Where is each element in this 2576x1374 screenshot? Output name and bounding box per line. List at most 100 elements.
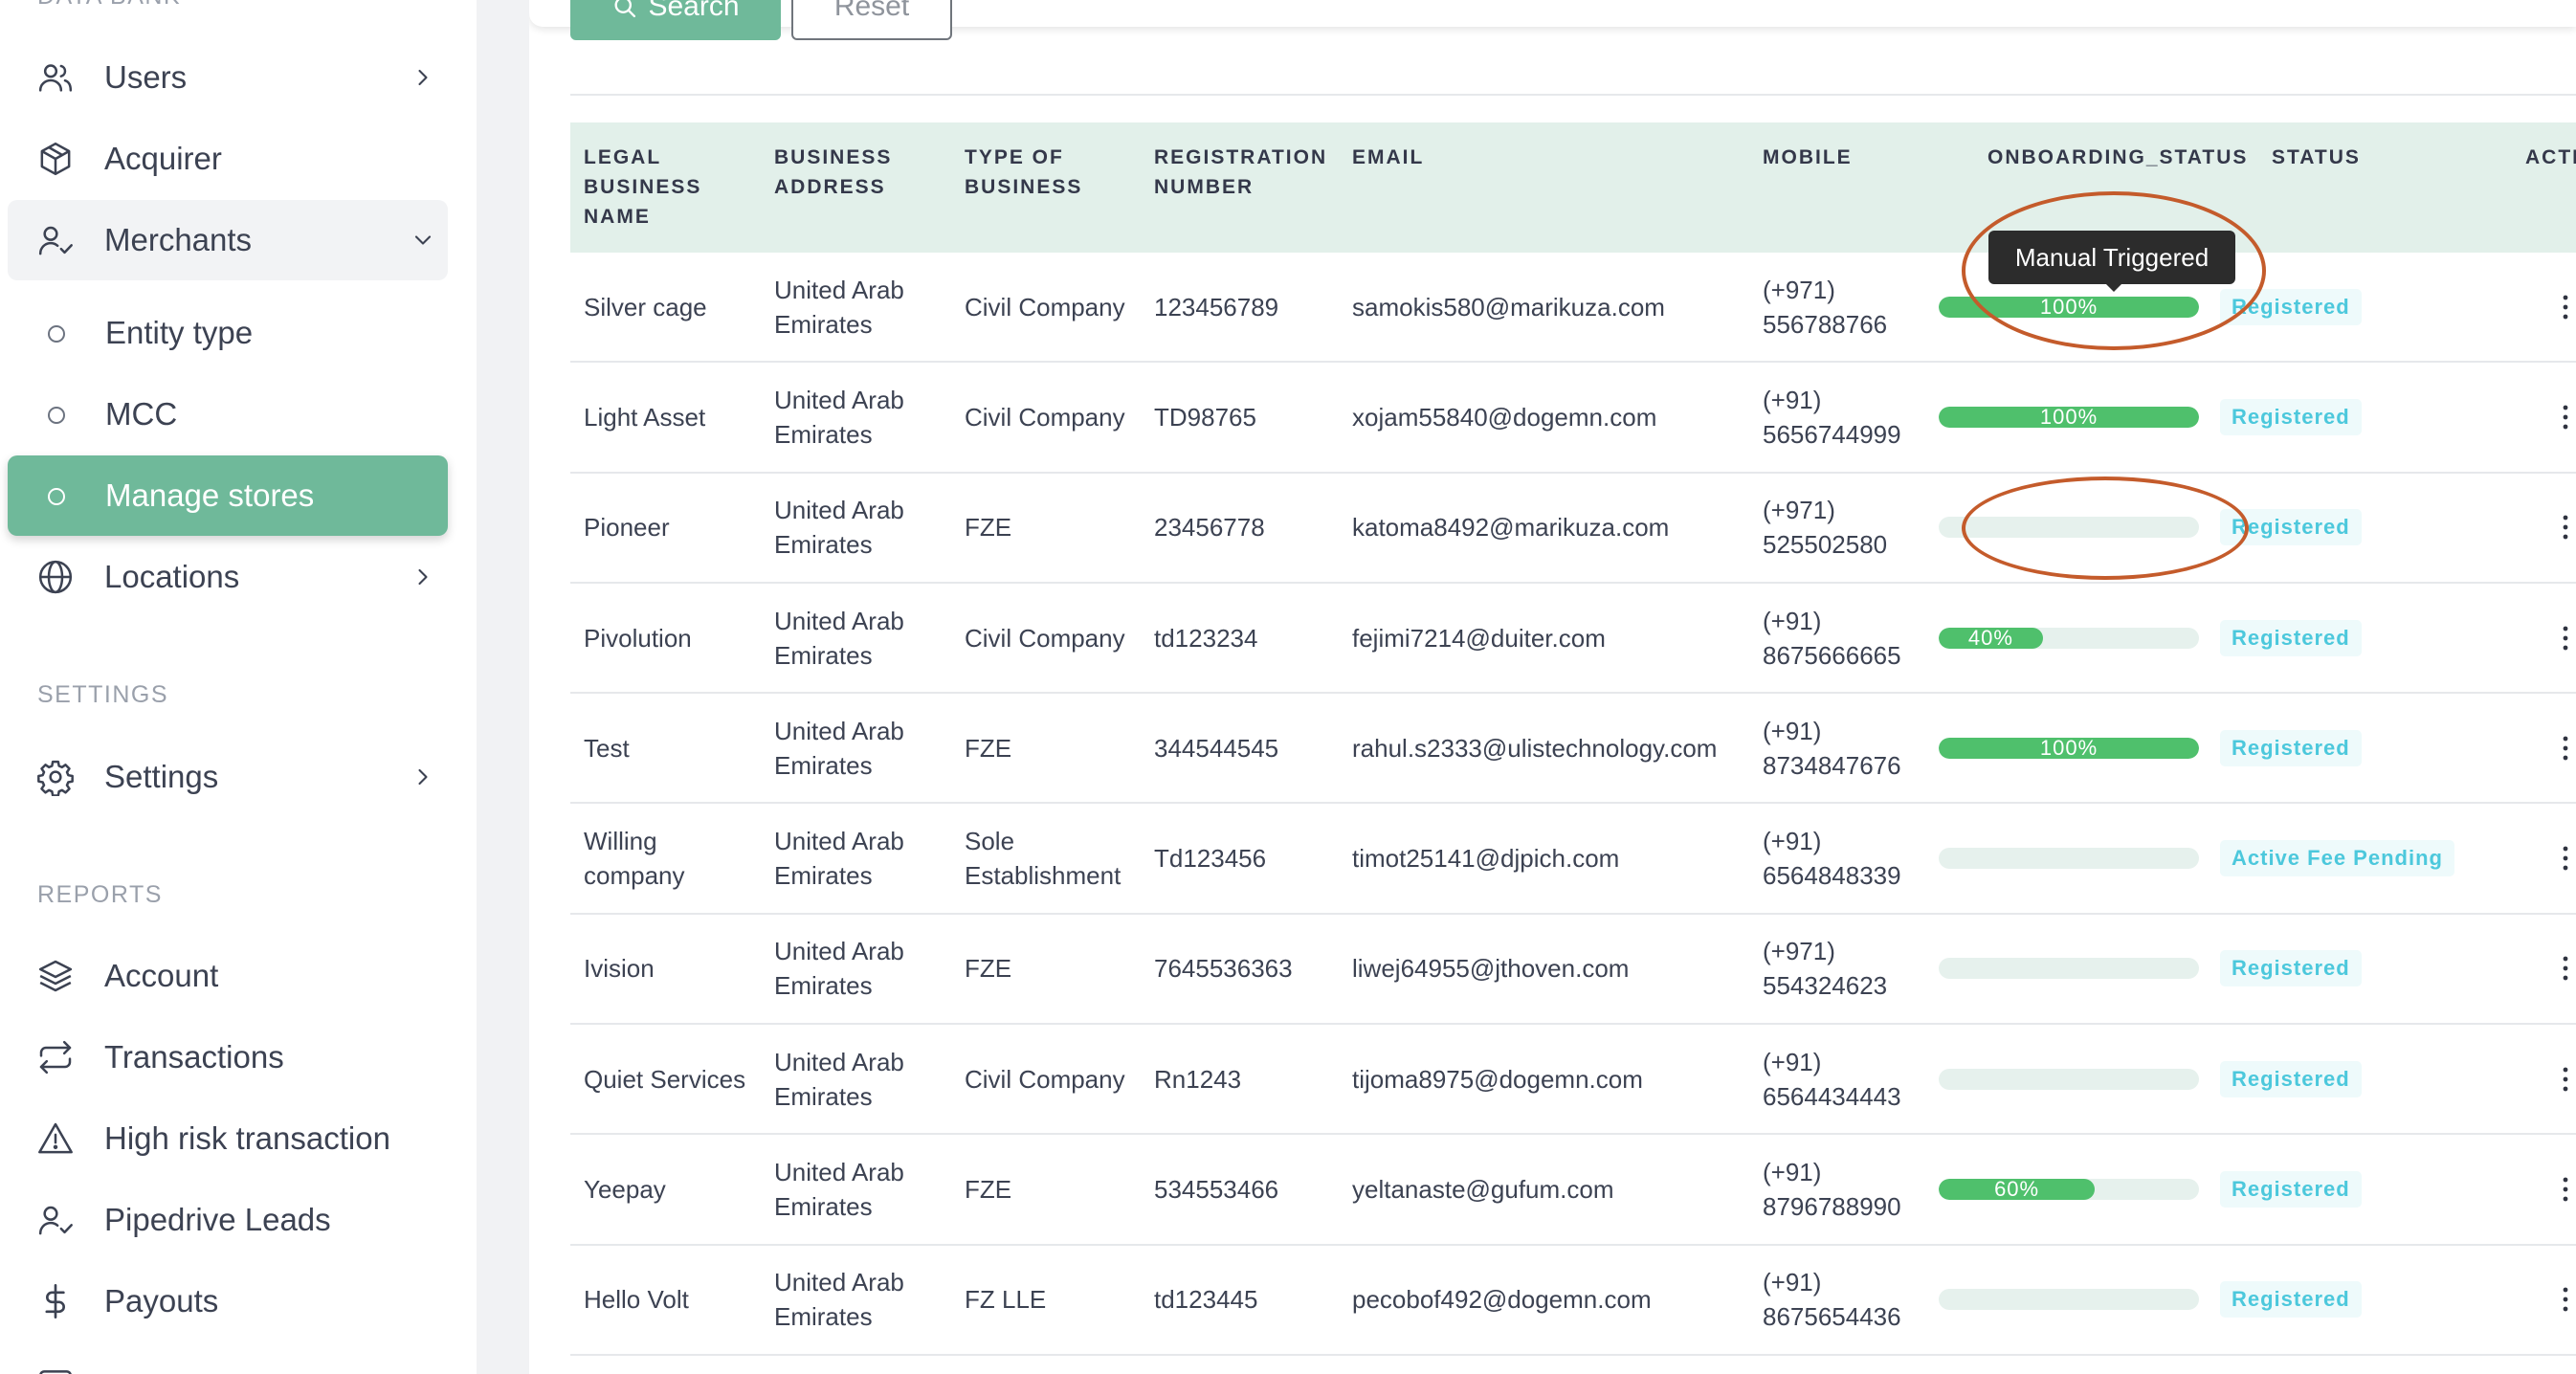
table-row[interactable]: Quiet Services United Arab Emirates Civil … xyxy=(570,1025,2576,1136)
more-vertical-icon[interactable] xyxy=(2561,404,2570,431)
status-badge: Registered xyxy=(2220,398,2362,435)
sidebar-item-payouts[interactable]: Payouts xyxy=(8,1261,448,1341)
column-header-registration[interactable]: REGISTRATION NUMBER xyxy=(1154,143,1336,202)
cell-mobile: (+91) 8675654436 xyxy=(1763,1246,1944,1354)
sidebar-item-label: Users xyxy=(104,59,188,95)
onboarding-progress-bar xyxy=(1939,1068,2199,1090)
sidebar-item-label: Locations xyxy=(104,559,240,594)
cell-type-text: Civil Company xyxy=(965,402,1125,432)
sidebar-item-label: Payouts xyxy=(104,1283,219,1319)
cell-name-text: Ivision xyxy=(584,954,655,984)
more-vertical-icon[interactable] xyxy=(2561,955,2570,982)
sidebar-item-settings[interactable]: Settings xyxy=(8,737,448,817)
cell-name: Light Asset xyxy=(584,363,756,471)
tooltip: Manual Triggered xyxy=(1988,231,2235,292)
cell-name-text: Hello Volt xyxy=(584,1285,689,1315)
cell-email-text: rahul.s2333@ulistechnology.com xyxy=(1352,733,1718,763)
search-button[interactable]: Search xyxy=(570,0,781,40)
column-header-onboarding[interactable]: ONBOARDING_STATUS xyxy=(1988,143,2248,172)
more-vertical-icon[interactable] xyxy=(2561,514,2570,541)
sidebar-item-partial[interactable] xyxy=(8,1342,448,1374)
tooltip-text: Manual Triggered xyxy=(2014,242,2210,272)
status-badge: Registered xyxy=(2220,1060,2362,1097)
sidebar-item-label: Account xyxy=(104,958,219,993)
sidebar-item-label: Settings xyxy=(104,759,219,794)
sidebar: DATA BANK Users Acquirer Merchants Entit… xyxy=(0,0,477,1374)
sidebar-item-pipedrive-leads[interactable]: Pipedrive Leads xyxy=(8,1180,448,1260)
table-row[interactable]: Test United Arab Emirates FZE 344544545 rahu… xyxy=(570,694,2576,805)
card-icon xyxy=(36,1363,75,1374)
cell-email: timot25141@djpich.com xyxy=(1352,804,1754,912)
column-header-address[interactable]: BUSINESS ADDRESS xyxy=(774,143,918,202)
column-header-type[interactable]: TYPE OF BUSINESS xyxy=(965,143,1108,202)
sidebar-item-locations[interactable]: Locations xyxy=(8,537,448,617)
cell-registration-text: Rn1243 xyxy=(1154,1064,1242,1094)
table-row[interactable]: Hello Volt United Arab Emirates FZ LLE td12… xyxy=(570,1246,2576,1356)
column-header-legal-name[interactable]: LEGAL BUSINESS NAME xyxy=(584,143,727,232)
sidebar-item-account[interactable]: Account xyxy=(8,936,448,1016)
column-header-mobile[interactable]: MOBILE xyxy=(1763,143,1853,172)
cell-email: liwej64955@jthoven.com xyxy=(1352,915,1754,1023)
more-vertical-icon[interactable] xyxy=(2561,845,2570,872)
cell-registration: 534553466 xyxy=(1154,1135,1345,1243)
more-vertical-icon[interactable] xyxy=(2561,1176,2570,1203)
cell-address: United Arab Emirates xyxy=(774,1025,946,1133)
table-row[interactable]: Yeepay United Arab Emirates FZE 534553466 ye… xyxy=(570,1135,2576,1246)
cell-mobile-text: (+971) 554324623 xyxy=(1763,937,1888,1001)
table-row[interactable]: Ivision United Arab Emirates FZE 7645536363… xyxy=(570,915,2576,1026)
cell-email-text: samokis580@marikuza.com xyxy=(1352,292,1665,321)
section-label-data-bank: DATA BANK xyxy=(37,0,181,11)
cell-address-text: United Arab Emirates xyxy=(774,937,904,1001)
sidebar-item-users[interactable]: Users xyxy=(8,37,448,118)
more-vertical-icon[interactable] xyxy=(2561,1066,2570,1093)
cell-mobile: (+91) 8734847676 xyxy=(1763,694,1944,802)
cell-address: United Arab Emirates xyxy=(774,1246,946,1354)
cell-mobile: (+971) 556788766 xyxy=(1763,253,1944,361)
circle-icon xyxy=(48,407,65,424)
chevron-down-icon xyxy=(410,227,436,254)
cell-email: rahul.s2333@ulistechnology.com xyxy=(1352,694,1754,802)
cell-email-text: xojam55840@dogemn.com xyxy=(1352,402,1657,432)
cell-registration-text: 534553466 xyxy=(1154,1175,1279,1205)
globe-icon xyxy=(36,558,75,596)
cell-email: katoma8492@marikuza.com xyxy=(1352,474,1754,582)
cell-address-text: United Arab Emirates xyxy=(774,716,904,780)
cell-address-text: United Arab Emirates xyxy=(774,496,904,560)
sidebar-item-high-risk[interactable]: High risk transaction xyxy=(8,1098,448,1179)
more-vertical-icon[interactable] xyxy=(2561,625,2570,652)
arrows-exchange-icon xyxy=(36,1038,75,1076)
column-header-actions[interactable]: ACTI xyxy=(2525,143,2576,172)
table-row[interactable]: Light Asset United Arab Emirates Civil Com… xyxy=(570,363,2576,474)
sidebar-subitem-mcc[interactable]: MCC xyxy=(8,374,448,454)
more-vertical-icon[interactable] xyxy=(2561,294,2570,321)
cell-mobile-text: (+91) 6564848339 xyxy=(1763,827,1901,891)
sidebar-subitem-entity-type[interactable]: Entity type xyxy=(8,293,448,373)
column-header-email[interactable]: EMAIL xyxy=(1352,143,1424,172)
cell-registration-text: 7645536363 xyxy=(1154,954,1293,984)
search-button-label: Search xyxy=(648,0,740,22)
cell-registration: Td123456 xyxy=(1154,804,1345,912)
reset-button[interactable]: Reset xyxy=(791,0,952,40)
user-check-icon xyxy=(36,1201,75,1239)
more-vertical-icon[interactable] xyxy=(2561,1286,2570,1313)
cell-name-text: Quiet Services xyxy=(584,1064,746,1094)
cell-type-text: Civil Company xyxy=(965,623,1125,653)
table-row[interactable]: Pioneer United Arab Emirates FZE 23456778 ka… xyxy=(570,474,2576,584)
cell-type: FZE xyxy=(965,694,1146,802)
table-row[interactable]: Silver cage United Arab Emirates Civil Com… xyxy=(570,253,2576,364)
cell-email-text: fejimi7214@duiter.com xyxy=(1352,623,1606,653)
progress-fill: 60% xyxy=(1939,1179,2096,1201)
status-badge: Registered xyxy=(2220,1171,2362,1208)
column-header-status[interactable]: STATUS xyxy=(2272,143,2361,172)
cell-name-text: Yeepay xyxy=(584,1175,666,1205)
sidebar-item-acquirer[interactable]: Acquirer xyxy=(8,119,448,199)
table-row[interactable]: Willing company United Arab Emirates Sole … xyxy=(570,804,2576,915)
sidebar-item-merchants[interactable]: Merchants xyxy=(8,200,448,280)
cell-type: Sole Establishment xyxy=(965,804,1146,912)
cell-type: FZ LLE xyxy=(965,1246,1146,1354)
cell-type: Civil Company xyxy=(965,584,1146,692)
sidebar-subitem-manage-stores[interactable]: Manage stores xyxy=(8,455,448,536)
table-row[interactable]: Pivolution United Arab Emirates Civil Comp… xyxy=(570,584,2576,695)
sidebar-item-transactions[interactable]: Transactions xyxy=(8,1017,448,1097)
more-vertical-icon[interactable] xyxy=(2561,735,2570,762)
